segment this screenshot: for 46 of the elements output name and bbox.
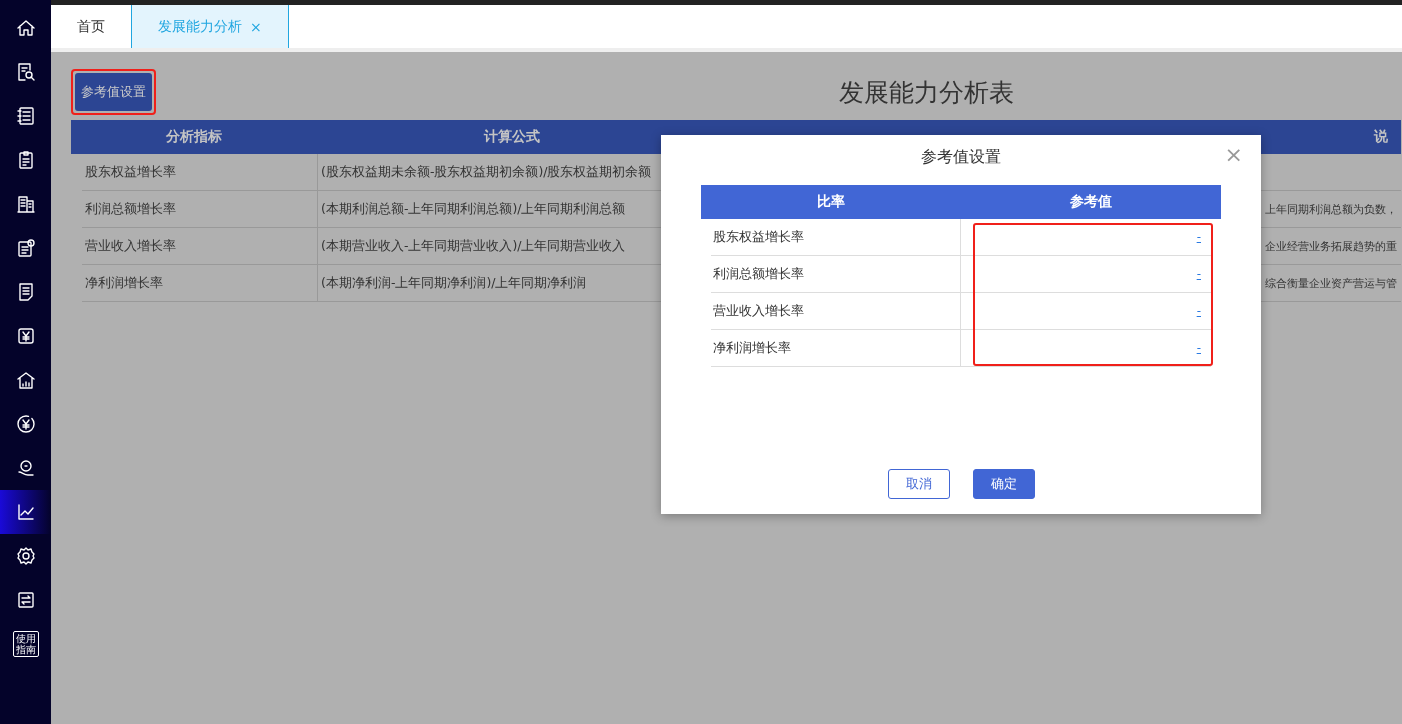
reference-settings-button[interactable]: 参考值设置 [75, 73, 152, 111]
building-icon [15, 194, 36, 214]
table-cell: 营业收入增长率 [713, 302, 804, 320]
settings-icon [15, 546, 36, 566]
sidebar-item[interactable]: 使用指南 [0, 622, 51, 666]
table-cell: (本期利润总额-上年同期利润总额)/上年同期利润总额 [321, 200, 626, 218]
table-cell: (本期营业收入-上年同期营业收入)/上年同期营业收入 [321, 237, 626, 255]
coin-hand-icon [15, 458, 36, 478]
tab[interactable]: 发展能力分析 × [131, 5, 289, 48]
table-cell: 净利润增长率 [713, 339, 791, 357]
column-header: 参考值 [960, 185, 1221, 219]
document-search-icon [15, 62, 36, 82]
table-cell: (股东权益期未余额-股东权益期初余额)/股东权益期初余额 [321, 163, 652, 181]
value-link[interactable]: - [1196, 267, 1201, 281]
house-chart-icon [15, 370, 36, 390]
table-cell: 利润总额增长率 [85, 200, 176, 218]
column-header: 分析指标 [71, 120, 317, 154]
column-header: 计算公式 [317, 120, 707, 154]
yen-icon [15, 326, 36, 346]
home-icon [15, 18, 36, 38]
column-header: 比率 [701, 185, 960, 219]
table-cell: (本期净利润-上年同期净利润)/上年同期净利润 [321, 274, 587, 292]
transfer-icon [15, 590, 36, 610]
yen-circle-icon [15, 414, 36, 434]
table-cell: 净利润增长率 [85, 274, 163, 292]
dialog-title: 参考值设置 [921, 147, 1001, 168]
table-cell: 营业收入增长率 [85, 237, 176, 255]
table-cell: 上年同期利润总额为负数， [1265, 201, 1397, 217]
table-cell: 利润总额增长率 [713, 265, 804, 283]
confirm-button[interactable]: 确定 [972, 469, 1035, 499]
value-link[interactable]: - [1196, 304, 1201, 318]
list-icon [15, 106, 36, 126]
invoice-icon [15, 238, 36, 258]
value-link[interactable]: - [1196, 341, 1201, 355]
page-title: 发展能力分析表 [839, 76, 1014, 109]
table-cell: 股东权益增长率 [713, 228, 804, 246]
table-cell: 综合衡量企业资产营运与管 [1265, 275, 1397, 291]
value-link[interactable]: - [1196, 230, 1201, 244]
table-cell: 企业经营业务拓展趋势的重 [1265, 238, 1397, 254]
close-icon[interactable]: × [250, 18, 262, 35]
table-cell: 股东权益增长率 [85, 163, 176, 181]
line-chart-icon [15, 502, 36, 522]
sidebar-item[interactable] [0, 490, 51, 534]
column-header: 说 [1249, 120, 1401, 154]
cancel-button[interactable]: 取消 [887, 469, 950, 499]
close-button[interactable]: × [1218, 141, 1249, 168]
